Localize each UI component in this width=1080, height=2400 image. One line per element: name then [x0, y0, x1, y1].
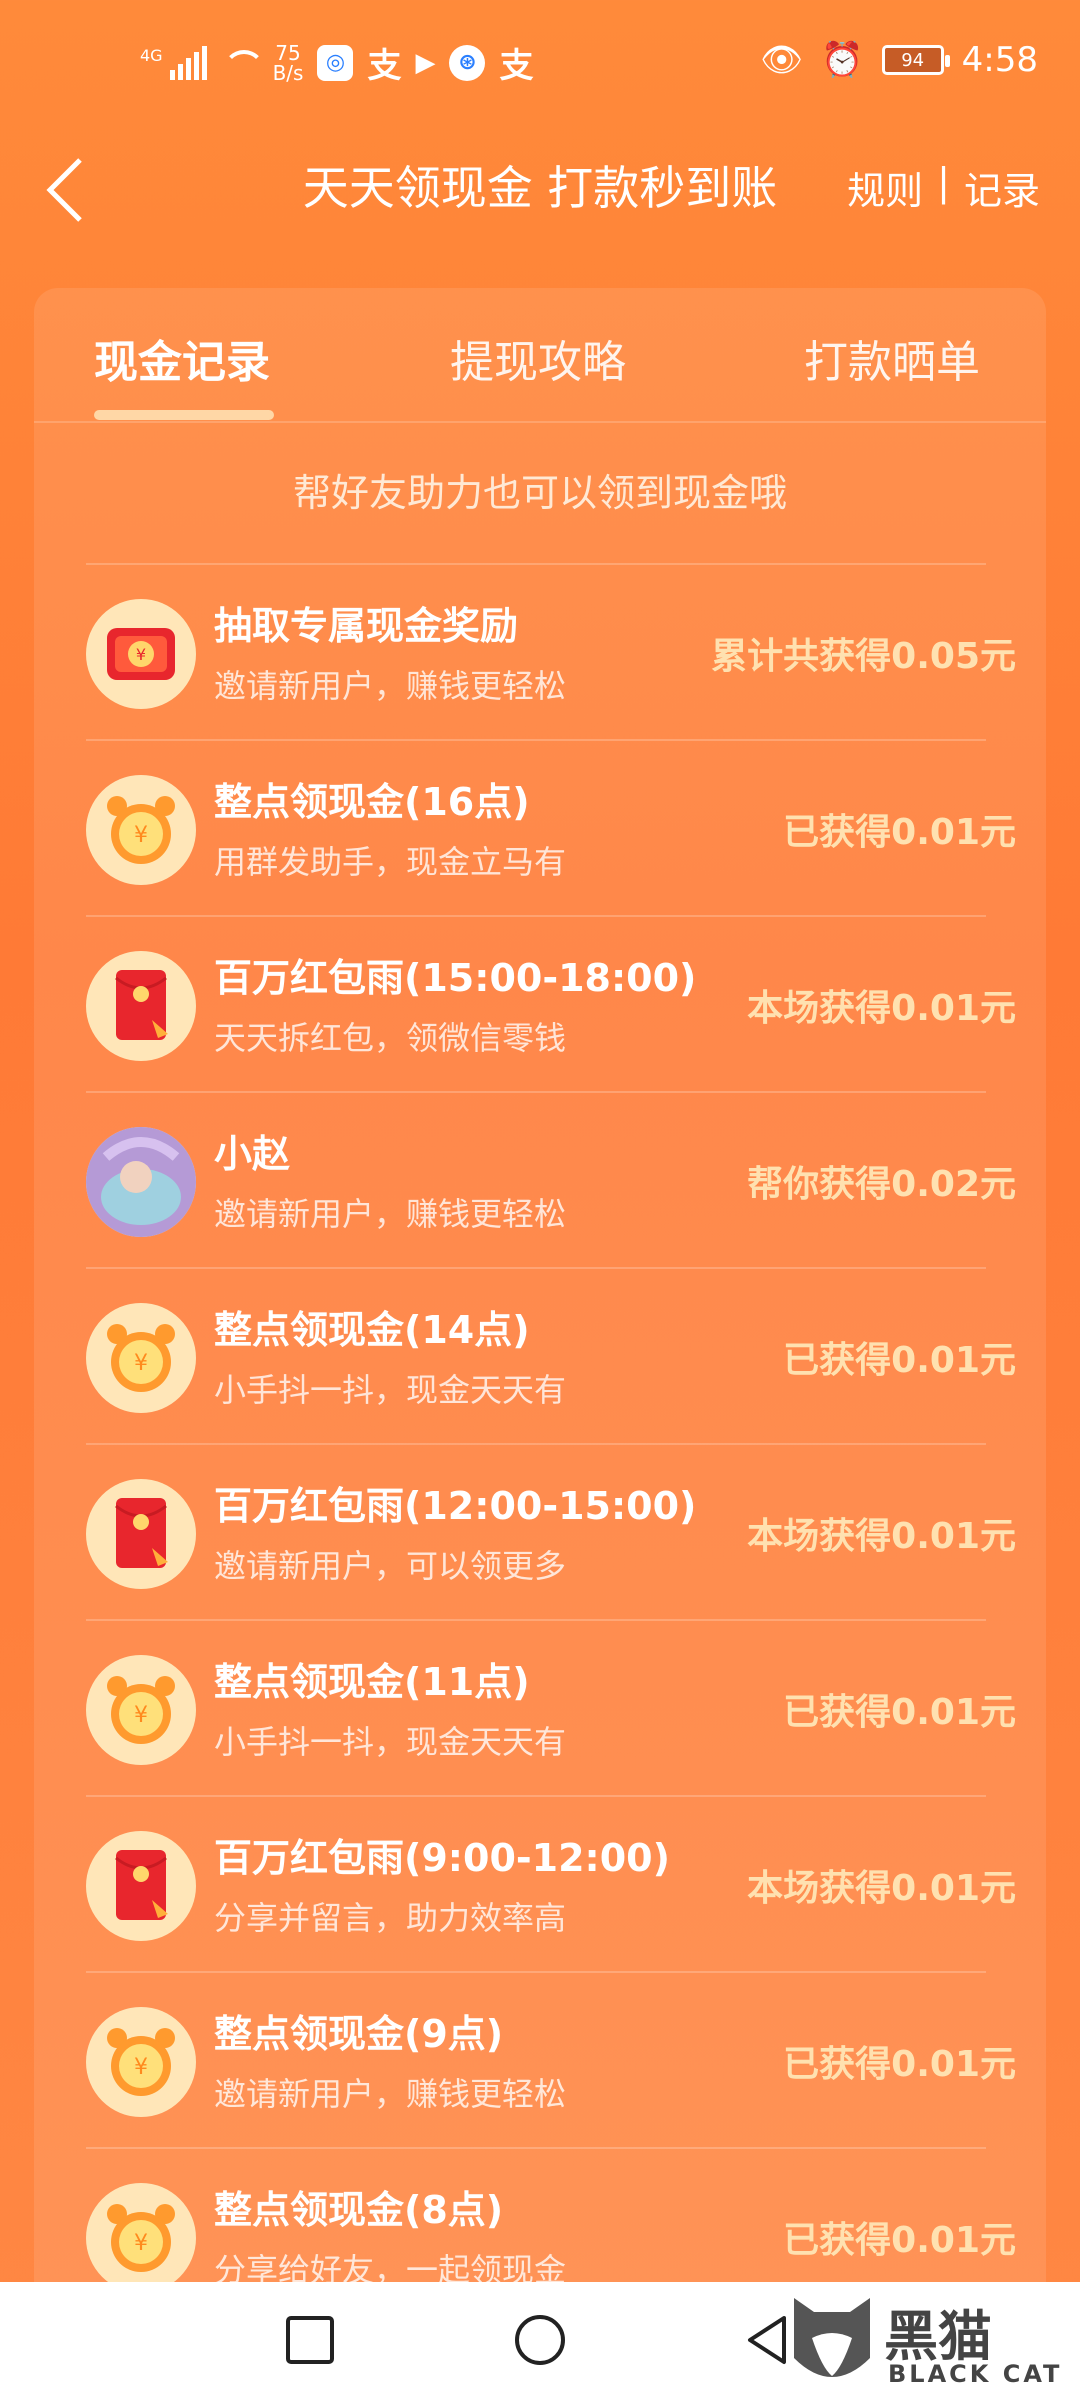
record-subtitle: 邀请新用户，赚钱更轻松 — [214, 1195, 567, 1233]
record-subtitle: 小手抖一抖，现金天天有 — [214, 1371, 567, 1409]
browser-icon: ⊛ — [449, 44, 486, 81]
record-title: 整点领现金(8点) — [214, 2188, 504, 2232]
record-title: 百万红包雨(15:00-18:00) — [214, 956, 697, 1000]
record-title: 整点领现金(16点) — [214, 780, 530, 824]
record-amount: 已获得0.01元 — [783, 2220, 1016, 2261]
record-row[interactable]: 百万红包雨(12:00-15:00) 邀请新用户，可以领更多 本场获得0.01元 — [86, 1443, 1016, 1619]
record-amount: 已获得0.01元 — [783, 2044, 1016, 2085]
red-packet-icon — [86, 1479, 196, 1589]
record-amount: 已获得0.01元 — [783, 1340, 1016, 1381]
record-title: 整点领现金(14点) — [214, 1308, 530, 1352]
record-row[interactable]: ¥ 整点领现金(14点) 小手抖一抖，现金天天有 已获得0.01元 — [86, 1267, 1016, 1443]
record-amount: 累计共获得0.05元 — [711, 636, 1016, 677]
record-subtitle: 小手抖一抖，现金天天有 — [214, 1723, 567, 1761]
hint-text: 帮好友助力也可以领到现金哦 — [292, 471, 787, 515]
record-row[interactable]: 小赵邀请新用户，赚钱更轻松 帮你获得0.02元 — [86, 1091, 1016, 1267]
record-title: 百万红包雨(12:00-15:00) — [214, 1484, 697, 1528]
tab-payment-showcase[interactable]: 打款晒单 — [804, 326, 980, 390]
record-amount: 已获得0.01元 — [783, 812, 1016, 853]
record-row[interactable]: 百万红包雨(15:00-18:00) 天天拆红包，领微信零钱 本场获得0.01元 — [86, 915, 1016, 1091]
svg-text:¥: ¥ — [134, 1703, 148, 1728]
record-amount: 本场获得0.01元 — [747, 1868, 1016, 1909]
play-icon: ▶ — [415, 47, 436, 78]
records-list: ¥ 抽取专属现金奖励邀请新用户，赚钱更轻松 累计共获得0.05元 ¥ 整点领现金(16点… — [86, 563, 1016, 2323]
signal-icon: 4G — [140, 45, 207, 80]
record-subtitle: 邀请新用户，赚钱更轻松 — [214, 667, 567, 705]
tab-bar: 现金记录 提现攻略 打款晒单 — [34, 288, 1046, 423]
link-separator: | — [937, 160, 950, 204]
record-title: 整点领现金(9点) — [214, 2012, 504, 2056]
tab-withdraw-guide[interactable]: 提现攻略 — [450, 326, 626, 390]
record-title: 小赵 — [214, 1132, 291, 1176]
record-subtitle: 天天拆红包，领微信零钱 — [214, 1019, 567, 1057]
record-row[interactable]: 百万红包雨(9:00-12:00) 分享并留言，助力效率高 本场获得0.01元 — [86, 1795, 1016, 1971]
record-row[interactable]: ¥ 整点领现金(11点) 小手抖一抖，现金天天有 已获得0.01元 — [86, 1619, 1016, 1795]
record-row[interactable]: ¥ 整点领现金(16点) 用群发助手，现金立马有 已获得0.01元 — [86, 739, 1016, 915]
alarm-clock-icon: ¥ — [86, 1655, 196, 1765]
black-cat-logo-icon — [794, 2298, 870, 2377]
svg-text:¥: ¥ — [134, 2055, 148, 2080]
wifi-icon — [221, 48, 265, 78]
svg-text:¥: ¥ — [136, 645, 146, 664]
network-speed: 75 B/s — [272, 40, 304, 85]
cash-envelope-icon: ¥ — [86, 599, 196, 709]
tab-cash-records[interactable]: 现金记录 — [94, 326, 270, 390]
alarm-clock-icon: ¥ — [86, 1303, 196, 1413]
red-packet-icon — [86, 1831, 196, 1941]
svg-text:¥: ¥ — [134, 1351, 148, 1376]
avatar — [86, 1127, 196, 1237]
active-tab-indicator — [94, 410, 274, 420]
record-amount: 本场获得0.01元 — [747, 988, 1016, 1029]
record-title: 百万红包雨(9:00-12:00) — [214, 1836, 670, 1880]
header: 天天领现金 打款秒到账 规则 | 记录 — [0, 130, 1080, 250]
record-subtitle: 用群发助手，现金立马有 — [214, 843, 567, 881]
record-row[interactable]: ¥ 抽取专属现金奖励邀请新用户，赚钱更轻松 累计共获得0.05元 — [86, 563, 1016, 739]
svg-text:¥: ¥ — [134, 2231, 148, 2256]
record-amount: 已获得0.01元 — [783, 1692, 1016, 1733]
record-amount: 本场获得0.01元 — [747, 1516, 1016, 1557]
record-amount: 帮你获得0.02元 — [747, 1164, 1016, 1205]
watermark-subtext: BLACK CAT — [888, 2360, 1063, 2388]
home-button[interactable] — [512, 2312, 568, 2368]
clock: 4:58 — [961, 40, 1038, 80]
records-link[interactable]: 记录 — [964, 160, 1040, 215]
alarm-clock-icon: ¥ — [86, 775, 196, 885]
watermark: 黑猫 BLACK CAT — [784, 2288, 1064, 2396]
record-subtitle: 邀请新用户，可以领更多 — [214, 1547, 567, 1585]
record-title: 抽取专属现金奖励 — [214, 604, 519, 648]
recent-apps-button[interactable] — [282, 2312, 338, 2368]
rules-link[interactable]: 规则 — [847, 160, 923, 215]
alipay-icon: 支 — [499, 46, 534, 86]
alarm-icon: ⏰ — [821, 40, 864, 80]
alarm-clock-icon: ¥ — [86, 2183, 196, 2293]
red-packet-icon — [86, 951, 196, 1061]
status-bar: 4G 75 B/s ◎ 支 ▶ ⊛ 支 👁 ⏰ 94 4:58 — [0, 0, 1080, 130]
alarm-clock-icon: ¥ — [86, 2007, 196, 2117]
svg-text:¥: ¥ — [134, 823, 148, 848]
alipay-icon: 支 — [367, 46, 402, 86]
record-subtitle: 邀请新用户，赚钱更轻松 — [214, 2075, 567, 2113]
record-subtitle: 分享并留言，助力效率高 — [214, 1899, 567, 1937]
records-card: 现金记录 提现攻略 打款晒单 帮好友助力也可以领到现金哦 ¥ 抽取专属现金奖励邀请… — [34, 288, 1046, 2400]
record-title: 整点领现金(11点) — [214, 1660, 530, 1704]
battery-icon: 94 — [881, 45, 950, 75]
record-row[interactable]: ¥ 整点领现金(9点) 邀请新用户，赚钱更轻松 已获得0.01元 — [86, 1971, 1016, 2147]
app-notification-icon: ◎ — [317, 44, 354, 81]
eye-icon: 👁 — [760, 40, 804, 80]
